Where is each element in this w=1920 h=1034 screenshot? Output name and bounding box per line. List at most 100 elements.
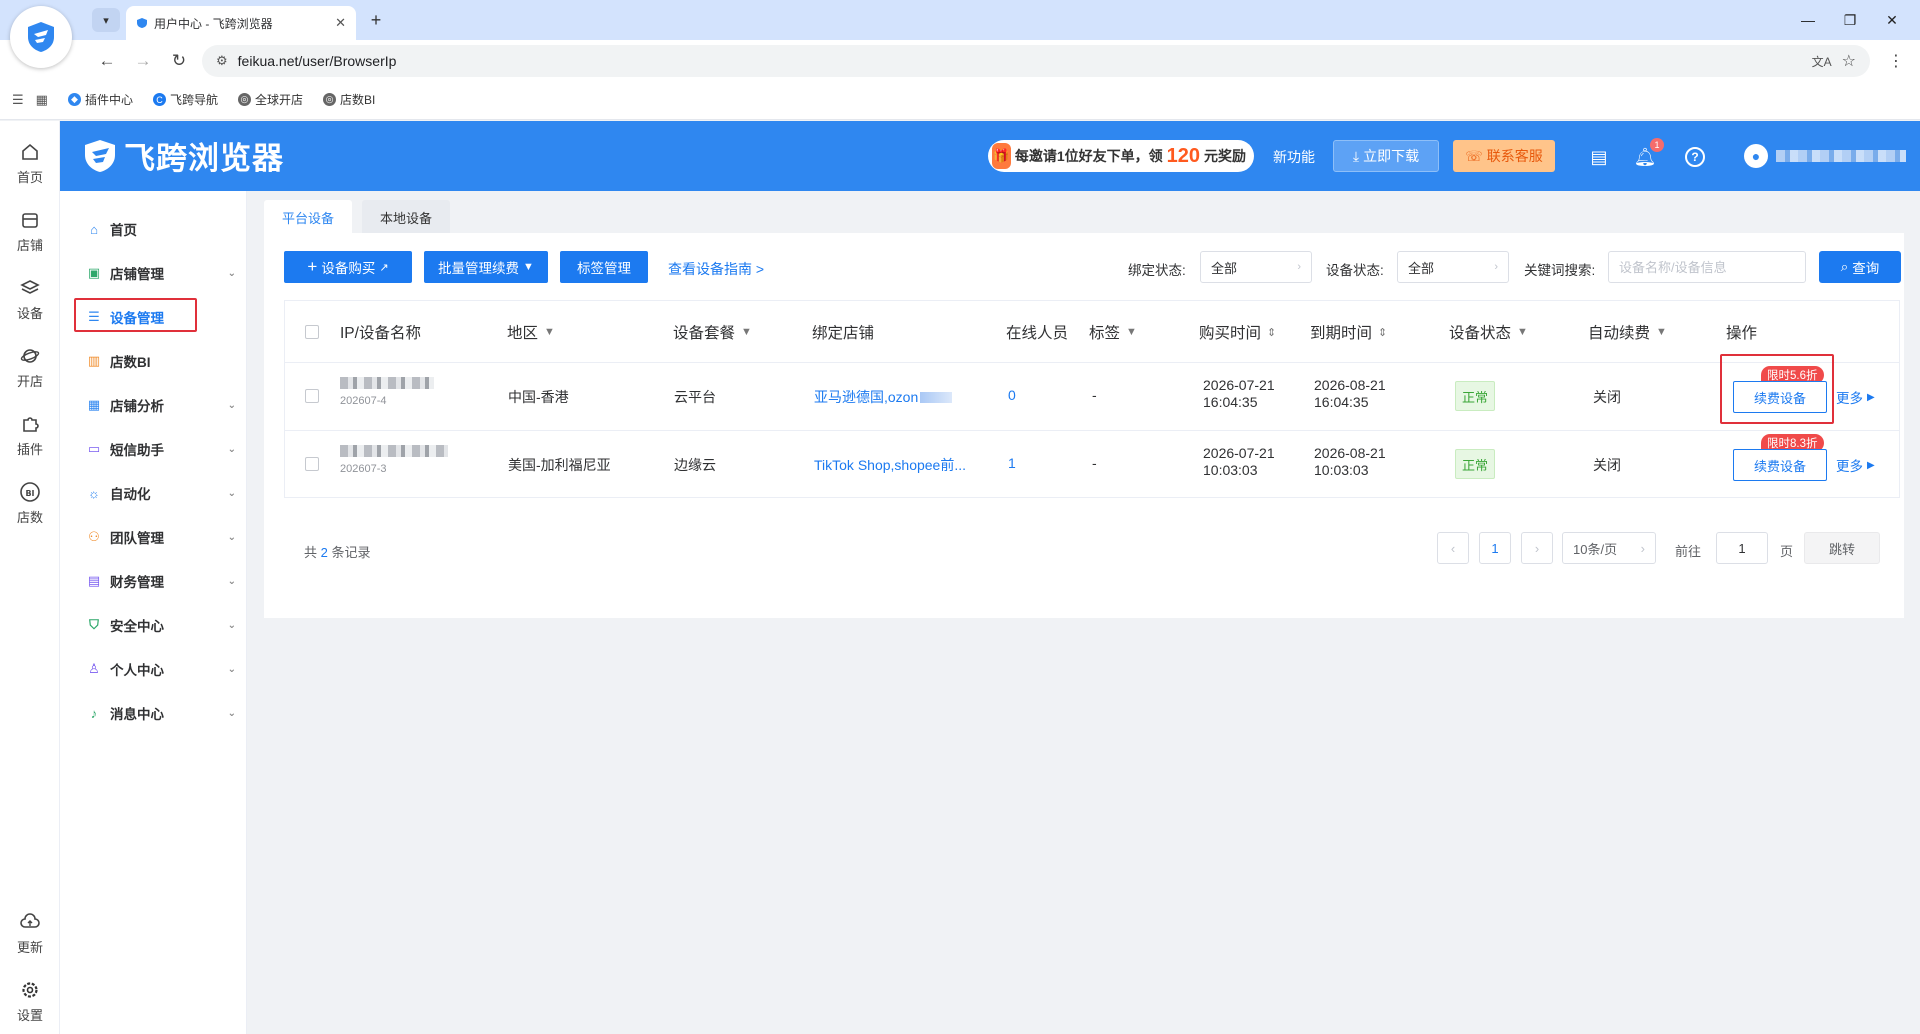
rail-item-open-store[interactable]: 开店	[0, 345, 60, 390]
contact-service-button[interactable]: ☏ 联系客服	[1453, 140, 1555, 172]
select-value: 全部	[1211, 260, 1238, 276]
app-rail: 首页 店铺 设备 开店 插件 BI 店数 更新 设置	[0, 121, 60, 1034]
rail-item-device[interactable]: 设备	[0, 277, 60, 322]
column-header[interactable]: 到期时间 ⇕	[1310, 301, 1387, 363]
bookmark-label: 飞跨导航	[169, 93, 218, 107]
goto-page-input[interactable]: 1	[1716, 532, 1768, 564]
grid-icon: ▦	[87, 397, 101, 412]
device-status-select[interactable]: 全部 ›	[1397, 251, 1509, 283]
tab-local-devices[interactable]: 本地设备	[362, 200, 451, 234]
forward-button[interactable]: →	[130, 48, 156, 74]
sidebar-item-message-center[interactable]: ♪ 消息中心 ⌄	[86, 699, 236, 727]
sort-icon[interactable]: ⇕	[1378, 326, 1387, 339]
column-header[interactable]: 设备状态 ▼	[1449, 301, 1528, 363]
bar-chart-icon: ▥	[87, 353, 101, 368]
renew-device-button[interactable]: 续费设备	[1733, 449, 1827, 481]
minimize-button[interactable]: —	[1788, 6, 1828, 34]
close-window-button[interactable]: ✕	[1872, 6, 1912, 34]
site-info-icon[interactable]: ⚙	[216, 53, 228, 69]
help-icon[interactable]: ?	[1682, 144, 1708, 170]
sidebar-item-home[interactable]: ⌂ 首页	[86, 215, 236, 243]
next-page-button[interactable]: ›	[1521, 532, 1553, 564]
bookmark-label: 全球开店	[254, 93, 303, 107]
bind-status-select[interactable]: 全部 ›	[1200, 251, 1312, 283]
sort-icon[interactable]: ⇕	[1267, 326, 1276, 339]
bookmark-item[interactable]: ◎ 全球开店	[237, 91, 303, 108]
rail-item-update[interactable]: 更新	[0, 911, 60, 956]
bind-status-label: 绑定状态:	[1128, 263, 1186, 278]
apps-grid-icon[interactable]: ▦	[36, 92, 48, 108]
invite-promo-banner[interactable]: 🎁 每邀请1位好友下单，领 120 元奖励	[988, 140, 1254, 172]
online-count-link[interactable]: 0	[1008, 387, 1016, 403]
tag-management-button[interactable]: 标签管理	[560, 251, 648, 283]
column-header[interactable]: 地区 ▼	[507, 301, 555, 363]
sidebar-item-team-management[interactable]: ⚇ 团队管理 ⌄	[86, 523, 236, 551]
keyword-search-input[interactable]	[1608, 251, 1806, 283]
sidebar-item-store-analysis[interactable]: ▦ 店铺分析 ⌄	[86, 391, 236, 419]
address-bar[interactable]: ⚙ feikua.net/user/BrowserIp 文A ☆	[202, 45, 1870, 77]
user-avatar-icon[interactable]: ●	[1744, 144, 1768, 168]
browser-menu-icon[interactable]: ⋮	[1888, 51, 1904, 71]
rail-item-settings[interactable]: 设置	[0, 979, 60, 1024]
select-all-checkbox[interactable]	[305, 301, 319, 363]
new-feature-link[interactable]: 新功能	[1273, 147, 1315, 167]
back-button[interactable]: ←	[94, 48, 120, 74]
search-button[interactable]: ⌕ 查询	[1819, 251, 1901, 283]
filter-icon[interactable]: ▼	[544, 326, 555, 338]
sidebar-item-store-bi[interactable]: ▥ 店数BI	[86, 347, 236, 375]
close-tab-icon[interactable]: ✕	[335, 15, 346, 31]
page-number[interactable]: 1	[1479, 532, 1511, 564]
bound-store-link[interactable]: 亚马逊德国,ozon	[814, 387, 953, 407]
sidebar-item-finance-management[interactable]: ▤ 财务管理 ⌄	[86, 567, 236, 595]
filter-icon[interactable]: ▼	[1517, 326, 1528, 338]
filter-icon[interactable]: ▼	[741, 326, 752, 338]
sidebar-item-sms-assistant[interactable]: ▭ 短信助手 ⌄	[86, 435, 236, 463]
row-checkbox[interactable]	[305, 389, 319, 403]
bookmark-item[interactable]: C 飞跨导航	[152, 91, 218, 108]
bookmark-item[interactable]: ◎ 店数BI	[323, 91, 375, 108]
more-actions-link[interactable]: 更多 ▶	[1836, 387, 1875, 407]
app-logo-icon	[85, 139, 115, 172]
user-icon: ♙	[88, 661, 100, 676]
column-header[interactable]: 设备套餐 ▼	[673, 301, 752, 363]
buy-device-button[interactable]: + 设备购买 ↗	[284, 251, 412, 283]
translate-icon[interactable]: 文A	[1812, 53, 1832, 70]
sidebar-item-personal-center[interactable]: ♙ 个人中心 ⌄	[86, 655, 236, 683]
bound-store-link[interactable]: TikTok Shop,shopee前...	[814, 455, 966, 475]
prev-page-button[interactable]: ‹	[1437, 532, 1469, 564]
page-unit-label: 页	[1780, 544, 1794, 559]
more-actions-link[interactable]: 更多 ▶	[1836, 455, 1875, 475]
online-count-link[interactable]: 1	[1008, 455, 1016, 471]
notes-icon[interactable]: ▤	[1586, 144, 1612, 170]
sidebar-toggle-icon[interactable]: ☰	[12, 92, 24, 108]
reload-button[interactable]: ↻	[166, 48, 192, 74]
app-logo[interactable]: 飞跨浏览器	[82, 133, 284, 178]
filter-icon[interactable]: ▼	[1656, 326, 1667, 338]
restore-button[interactable]: ❐	[1830, 6, 1870, 34]
jump-button[interactable]: 跳转	[1804, 532, 1880, 564]
device-guide-link[interactable]: 查看设备指南 >	[668, 259, 764, 279]
row-checkbox[interactable]	[305, 457, 319, 471]
download-button[interactable]: ⤓ 立即下载	[1333, 140, 1439, 172]
rail-item-bi[interactable]: BI 店数	[0, 481, 60, 526]
tab-list-button[interactable]: ▾	[92, 8, 120, 32]
sidebar-item-security-center[interactable]: ⛉ 安全中心 ⌄	[86, 611, 236, 639]
page-size-select[interactable]: 10条/页 ›	[1562, 532, 1656, 564]
rail-item-plugin[interactable]: 插件	[0, 413, 60, 458]
tab-platform-devices[interactable]: 平台设备	[264, 200, 353, 234]
column-header[interactable]: 自动续费 ▼	[1588, 301, 1667, 363]
rail-item-store[interactable]: 店铺	[0, 209, 60, 254]
batch-renew-button[interactable]: 批量管理续费 ▼	[424, 251, 548, 283]
column-header[interactable]: 购买时间 ⇕	[1199, 301, 1276, 363]
browser-tab[interactable]: 用户中心 - 飞跨浏览器 ✕	[126, 6, 356, 40]
new-tab-button[interactable]: +	[364, 8, 388, 32]
rail-item-home[interactable]: 首页	[0, 141, 60, 186]
user-name-blurred[interactable]	[1776, 150, 1906, 162]
column-header[interactable]: 标签 ▼	[1089, 301, 1137, 363]
browser-logo[interactable]	[10, 6, 72, 68]
bookmark-star-icon[interactable]: ☆	[1842, 51, 1856, 71]
filter-icon[interactable]: ▼	[1126, 326, 1137, 338]
bookmark-item[interactable]: ◆ 插件中心	[67, 91, 133, 108]
sidebar-item-automation[interactable]: ☼ 自动化 ⌄	[86, 479, 236, 507]
sidebar-item-store-management[interactable]: ▣ 店铺管理 ⌄	[86, 259, 236, 287]
